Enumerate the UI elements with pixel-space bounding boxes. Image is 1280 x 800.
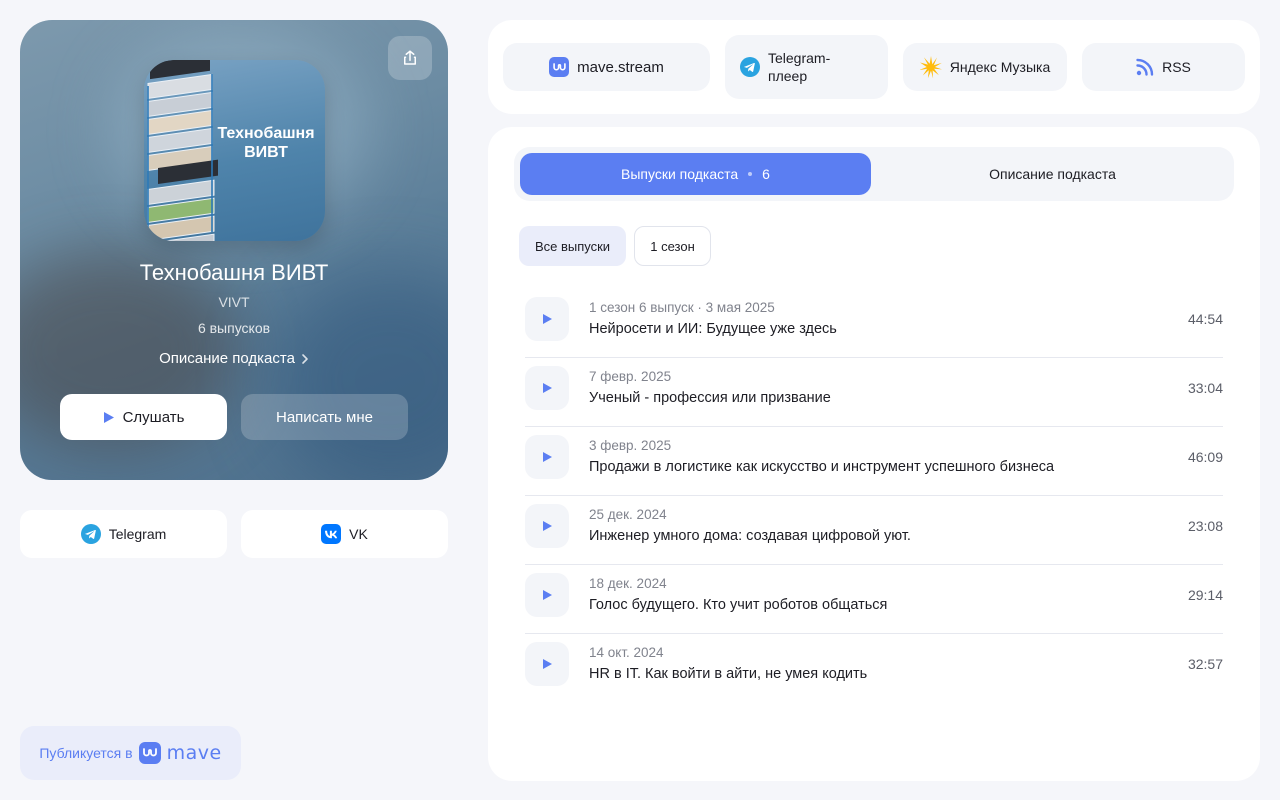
episode-duration: 46:09 <box>1187 449 1223 465</box>
episode-row[interactable]: 1 сезон 6 выпуск · 3 мая 2025 Нейросети … <box>525 289 1223 358</box>
episodes-panel: Выпуски подкаста 6 Описание подкаста Все… <box>488 127 1260 781</box>
platform-label: mave.stream <box>577 58 664 76</box>
write-me-button[interactable]: Написать мне <box>241 394 408 440</box>
platform-label-line1: Telegram- <box>768 50 831 66</box>
platforms-bar: mave.stream Telegram- плеер Яндекс Музык… <box>488 20 1260 114</box>
episode-play-button[interactable] <box>525 642 569 686</box>
play-icon <box>103 411 114 423</box>
mave-logo-icon <box>138 742 161 764</box>
episode-duration: 44:54 <box>1187 311 1223 327</box>
separator-dot <box>748 172 753 176</box>
platform-mave-stream[interactable]: mave.stream <box>503 43 710 91</box>
platform-rss[interactable]: RSS <box>1082 43 1245 91</box>
episode-row[interactable]: 25 дек. 2024 Инженер умного дома: создав… <box>525 496 1223 565</box>
tab-description-label: Описание подкаста <box>989 166 1116 182</box>
podcast-title: Технобашня ВИВТ <box>139 260 329 285</box>
vk-icon <box>321 524 342 544</box>
filter-season-1[interactable]: 1 сезон <box>634 226 711 266</box>
episode-meta: 18 дек. 2024 <box>589 576 667 591</box>
episode-title[interactable]: Голос будущего. Кто учит роботов общатьс… <box>589 597 887 613</box>
episode-title[interactable]: Ученый - профессия или призвание <box>589 390 831 406</box>
platform-label: Telegram- плеер <box>768 49 830 85</box>
episode-meta: 25 дек. 2024 <box>589 507 667 522</box>
play-icon <box>542 659 552 669</box>
episode-duration: 29:14 <box>1187 587 1223 603</box>
telegram-icon <box>80 524 101 544</box>
platform-telegram-player[interactable]: Telegram- плеер <box>725 35 888 99</box>
episode-play-button[interactable] <box>525 366 569 410</box>
telegram-link[interactable]: Telegram <box>20 510 227 558</box>
episode-row[interactable]: 3 февр. 2025 Продажи в логистике как иск… <box>525 427 1223 496</box>
tab-description[interactable]: Описание подкаста <box>877 153 1228 195</box>
tabs: Выпуски подкаста 6 Описание подкаста <box>514 147 1234 201</box>
episode-meta: 7 февр. 2025 <box>589 369 672 384</box>
telegram-icon <box>740 57 760 77</box>
yandex-music-icon <box>919 56 942 78</box>
episode-title[interactable]: HR в IT. Как войти в айти, не умея кодит… <box>589 666 867 682</box>
play-icon <box>542 521 552 531</box>
episode-count: 6 выпусков <box>197 320 271 336</box>
play-icon <box>542 314 552 324</box>
podcast-description-link[interactable]: Описание подкаста <box>20 350 448 367</box>
chevron-right-icon <box>302 353 308 364</box>
listen-label: Слушать <box>122 408 185 426</box>
rss-icon <box>1136 58 1154 76</box>
episode-list: 1 сезон 6 выпуск · 3 мая 2025 Нейросети … <box>525 289 1223 703</box>
tab-episodes-count: 6 <box>762 166 770 182</box>
episode-title[interactable]: Инженер умного дома: создавая цифровой у… <box>589 528 911 544</box>
cover-title: Технобашня ВИВТ <box>217 125 315 161</box>
episode-title[interactable]: Нейросети и ИИ: Будущее уже здесь <box>589 321 837 337</box>
share-button[interactable] <box>388 36 432 80</box>
episode-meta: 3 февр. 2025 <box>589 438 672 453</box>
play-icon <box>542 383 552 393</box>
platform-yandex-music[interactable]: Яндекс Музыка <box>903 43 1067 91</box>
share-icon <box>404 50 416 65</box>
tab-episodes-label: Выпуски подкаста <box>621 166 739 182</box>
write-me-label: Написать мне <box>276 408 373 426</box>
filter-all-episodes[interactable]: Все выпуски <box>519 226 626 266</box>
episode-title[interactable]: Продажи в логистике как искусство и инст… <box>589 459 1054 475</box>
published-in-mave[interactable]: Публикуется в mave <box>20 726 241 780</box>
listen-button[interactable]: Слушать <box>60 394 227 440</box>
episode-meta: 14 окт. 2024 <box>589 645 664 660</box>
episode-duration: 32:57 <box>1187 656 1223 672</box>
vk-label: VK <box>349 526 368 542</box>
tab-episodes[interactable]: Выпуски подкаста 6 <box>520 153 871 195</box>
telegram-label: Telegram <box>108 526 167 542</box>
episode-play-button[interactable] <box>525 573 569 617</box>
mave-icon <box>549 57 570 77</box>
vk-link[interactable]: VK <box>241 510 448 558</box>
platform-label: RSS <box>1162 59 1191 75</box>
mave-brand: mave <box>166 742 222 764</box>
episode-play-button[interactable] <box>525 504 569 548</box>
episode-duration: 33:04 <box>1187 380 1223 396</box>
podcast-cover: Технобашня ВИВТ <box>144 60 325 241</box>
podcast-description-label: Описание подкаста <box>159 350 295 367</box>
episode-play-button[interactable] <box>525 297 569 341</box>
episode-duration: 23:08 <box>1187 518 1223 534</box>
podcast-card: Технобашня ВИВТ Технобашня ВИВТ VIVT 6 в… <box>20 20 448 480</box>
episode-row[interactable]: 18 дек. 2024 Голос будущего. Кто учит ро… <box>525 565 1223 634</box>
play-icon <box>542 452 552 462</box>
podcast-author: VIVT <box>218 294 250 310</box>
play-icon <box>542 590 552 600</box>
episode-row[interactable]: 7 февр. 2025 Ученый - профессия или приз… <box>525 358 1223 427</box>
platform-label-line2: плеер <box>768 68 808 84</box>
episode-row[interactable]: 14 окт. 2024 HR в IT. Как войти в айти, … <box>525 634 1223 703</box>
episode-meta: 1 сезон 6 выпуск · 3 мая 2025 <box>589 300 775 315</box>
platform-label: Яндекс Музыка <box>949 59 1051 75</box>
episode-play-button[interactable] <box>525 435 569 479</box>
published-prefix: Публикуется в <box>39 745 133 761</box>
